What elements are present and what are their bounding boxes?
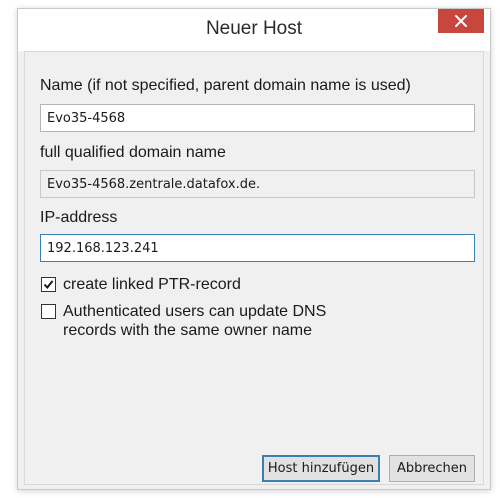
fqdn-field xyxy=(40,170,475,198)
auth-update-label-line1: Authenticated users can update DNS xyxy=(63,303,327,320)
checkmark-icon xyxy=(43,280,54,290)
add-host-button[interactable]: Host hinzufügen xyxy=(262,455,380,482)
name-input[interactable] xyxy=(40,104,475,132)
name-label: Name (if not specified, parent domain na… xyxy=(40,77,411,94)
auth-update-label: Authenticated users can update DNS recor… xyxy=(63,302,326,340)
close-button[interactable] xyxy=(438,9,484,33)
cancel-button[interactable]: Abbrechen xyxy=(389,455,475,482)
auth-update-label-line2: records with the same owner name xyxy=(63,322,312,339)
dialog-title: Neuer Host xyxy=(205,18,303,39)
ptr-record-option[interactable]: create linked PTR-record xyxy=(41,275,241,294)
dialog-body: Name (if not specified, parent domain na… xyxy=(24,51,484,485)
auth-update-checkbox[interactable] xyxy=(41,304,56,319)
close-icon xyxy=(455,15,467,27)
background xyxy=(0,0,500,8)
ip-address-label: IP-address xyxy=(40,209,118,226)
fqdn-label: full qualified domain name xyxy=(40,144,226,161)
ip-address-input[interactable] xyxy=(40,234,475,262)
auth-update-option[interactable]: Authenticated users can update DNS recor… xyxy=(41,302,326,340)
ptr-record-checkbox[interactable] xyxy=(41,277,56,292)
title-bar[interactable]: Neuer Host xyxy=(18,9,490,51)
new-host-dialog: Neuer Host Name (if not specified, paren… xyxy=(17,8,491,490)
ptr-record-label: create linked PTR-record xyxy=(63,276,241,293)
